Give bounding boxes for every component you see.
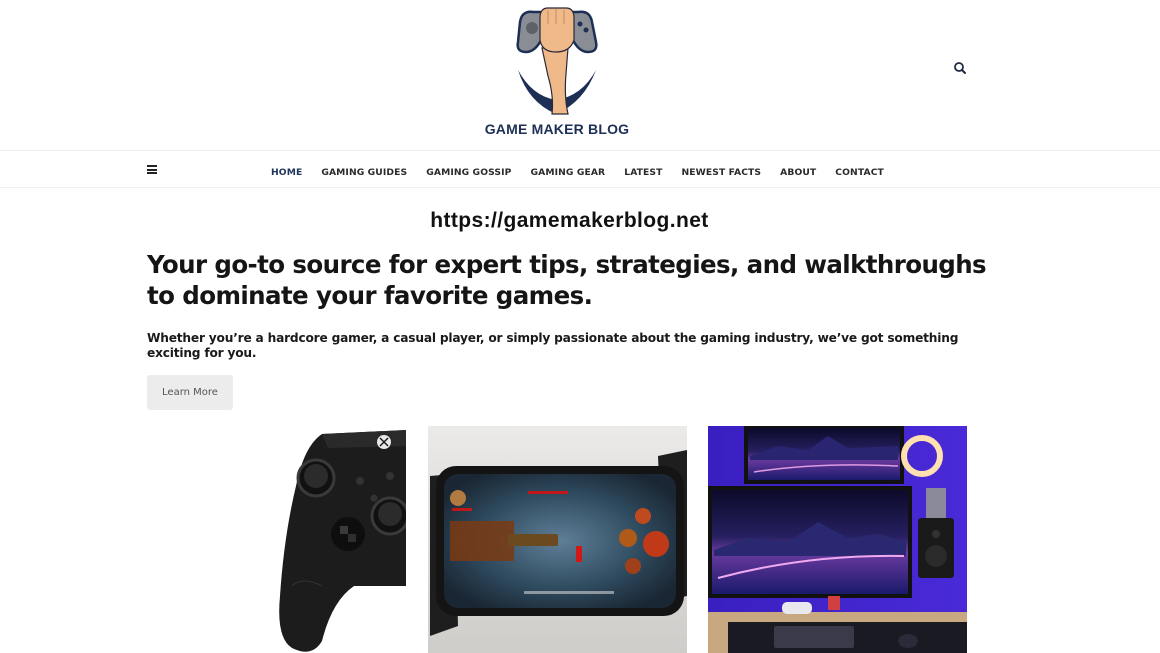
gaming-desk-setup-image [708, 426, 967, 653]
card-mobile-gaming[interactable] [428, 426, 687, 653]
hero-subtitle: Whether you’re a hardcore gamer, a casua… [147, 331, 959, 360]
search-button[interactable] [951, 59, 969, 77]
hamburger-menu-icon[interactable] [147, 165, 157, 174]
nav-menu: HOME GAMING GUIDES GAMING GOSSIP GAMING … [271, 151, 903, 188]
site-logo[interactable]: GAME MAKER BLOG [470, 4, 650, 139]
nav-item-newest-facts[interactable]: NEWEST FACTS [682, 167, 762, 178]
nav-item-gaming-gossip[interactable]: GAMING GOSSIP [426, 167, 511, 178]
nav-item-gaming-guides[interactable]: GAMING GUIDES [321, 167, 407, 178]
logo-text: GAME MAKER BLOG [484, 121, 630, 137]
phone-game-controller-image [428, 426, 687, 653]
card-gaming-setup[interactable] [708, 426, 967, 653]
black-game-controller-image [262, 426, 406, 653]
nav-item-about[interactable]: ABOUT [780, 167, 816, 178]
nav-item-home[interactable]: HOME [271, 167, 302, 178]
search-icon [954, 62, 966, 74]
hero-title: Your go-to source for expert tips, strat… [147, 250, 987, 310]
learn-more-button[interactable]: Learn More [147, 375, 233, 410]
site-url-heading: https://gamemakerblog.net [430, 209, 709, 232]
nav-item-contact[interactable]: CONTACT [835, 167, 884, 178]
fist-gamepad-logo-icon [516, 7, 598, 115]
main-navigation: HOME GAMING GUIDES GAMING GOSSIP GAMING … [0, 150, 1160, 188]
card-controller[interactable] [262, 426, 406, 653]
nav-item-latest[interactable]: LATEST [624, 167, 662, 178]
site-header: GAME MAKER BLOG [0, 0, 1160, 150]
nav-item-gaming-gear[interactable]: GAMING GEAR [530, 167, 605, 178]
